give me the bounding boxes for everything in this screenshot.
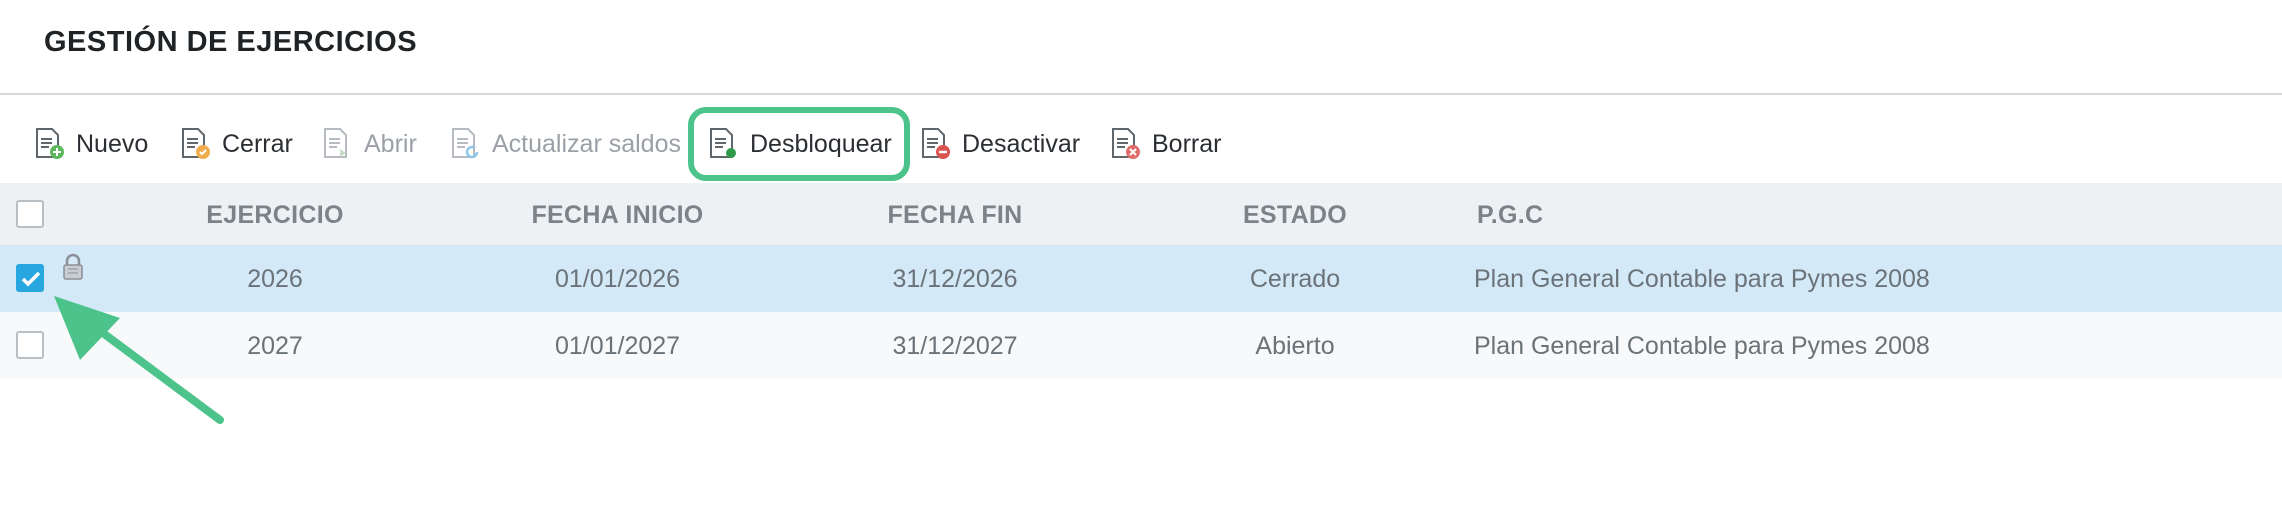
cell-fecha-inicio: 01/01/2026 [554,265,681,293]
delete-button[interactable]: Borrar [1110,122,1221,166]
unlock-button-label: Desbloquear [750,129,892,158]
unlock-button[interactable]: Desbloquear [688,107,910,181]
delete-button-label: Borrar [1152,129,1222,158]
cell-fecha-fin: 31/12/2027 [892,332,1018,360]
open-document-icon [324,128,347,158]
deactivate-button[interactable]: Desactivar [920,122,1080,166]
update-balances-label: Actualizar saldos [492,129,681,158]
table-row[interactable]: 2027 01/01/2027 31/12/2027 Abierto Plan … [0,312,2282,379]
page: GESTIÓN DE EJERCICIOS Nuevo Cerrar Abrir… [0,0,2282,532]
lock-icon [63,253,83,280]
page-title: GESTIÓN DE EJERCICIOS [44,26,418,58]
header-pgc[interactable]: P.G.C [1477,201,1543,230]
header-fecha-inicio[interactable]: FECHA INICIO [500,201,735,230]
header-ejercicio[interactable]: EJERCICIO [160,201,390,230]
checkmark-icon [21,271,41,287]
delete-document-icon [1112,128,1140,159]
update-balances-button[interactable]: Actualizar saldos [450,122,681,166]
select-all-checkbox[interactable] [16,200,44,228]
new-button[interactable]: Nuevo [34,122,148,166]
table-row[interactable]: 2026 01/01/2026 31/12/2026 Cerrado Plan … [0,245,2282,312]
header-fecha-fin[interactable]: FECHA FIN [840,201,1070,230]
refresh-document-icon [452,128,479,159]
new-document-icon [36,128,64,159]
cell-estado: Abierto [1255,332,1335,360]
new-button-label: Nuevo [76,129,149,158]
table-header: EJERCICIO FECHA INICIO FECHA FIN ESTADO … [0,183,2282,245]
title-bar: GESTIÓN DE EJERCICIOS [0,0,2282,95]
deactivate-button-label: Desactivar [962,129,1081,158]
open-button-label: Abrir [364,129,417,158]
close-document-icon [182,128,210,159]
cell-pgc: Plan General Contable para Pymes 2008 [1474,332,1930,360]
close-button[interactable]: Cerrar [180,122,293,166]
cell-estado: Cerrado [1249,265,1341,293]
close-button-label: Cerrar [222,129,293,158]
annotation-arrow [54,296,224,424]
open-button[interactable]: Abrir [322,122,417,166]
toolbar: Nuevo Cerrar Abrir Actualizar saldos Des… [0,106,2282,182]
exercises-table: EJERCICIO FECHA INICIO FECHA FIN ESTADO … [0,183,2282,379]
deactivate-document-icon [922,128,950,159]
header-estado[interactable]: ESTADO [1180,201,1410,230]
cell-fecha-inicio: 01/01/2027 [554,332,681,360]
cell-pgc: Plan General Contable para Pymes 2008 [1474,265,1930,293]
unlock-document-icon [710,128,736,158]
cell-fecha-fin: 31/12/2026 [892,265,1018,293]
